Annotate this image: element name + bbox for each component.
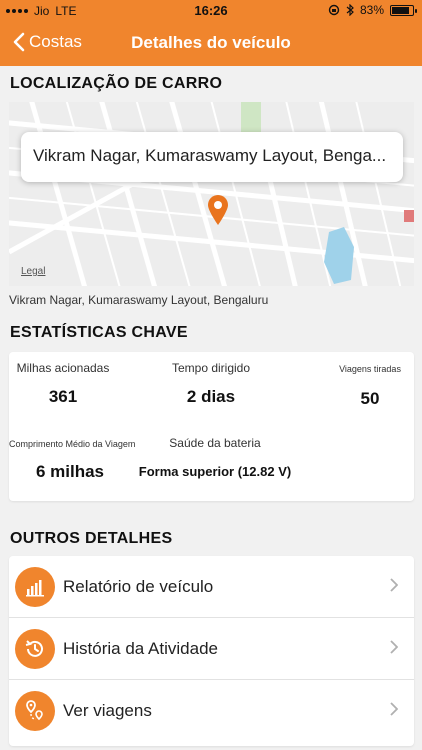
activity-history-row[interactable]: História da Atividade (9, 618, 414, 679)
bluetooth-icon (346, 4, 354, 16)
car-location-map[interactable]: Vikram Nagar, Kumaraswamy Layout, Benga.… (9, 102, 414, 286)
row-label: Ver viagens (63, 700, 152, 720)
status-bar: Jio LTE 16:26 83% (0, 0, 422, 22)
stats-card: Milhas acionadas 361 Tempo dirigido 2 di… (9, 352, 414, 501)
stat-battery-health: Saúde da bateria Forma superior (12.82 V… (133, 436, 297, 479)
stat-value: Forma superior (12.82 V) (138, 464, 292, 479)
stat-label: Saúde da bateria (169, 436, 261, 450)
status-right: 83% (328, 3, 417, 17)
vehicle-report-row[interactable]: Relatório de veículo (9, 556, 414, 617)
stat-value: 50 (360, 389, 380, 408)
nav-bar: Costas Detalhes do veículo (0, 22, 422, 66)
stat-value: 2 dias (186, 387, 236, 406)
route-pins-icon (15, 690, 55, 731)
view-trips-row[interactable]: Ver viagens (9, 680, 414, 741)
history-clock-icon (15, 628, 55, 669)
map-callout[interactable]: Vikram Nagar, Kumaraswamy Layout, Benga.… (21, 132, 403, 182)
location-section-title: LOCALIZAÇÃO DE CARRO (10, 75, 223, 92)
stats-section-title: ESTATÍSTICAS CHAVE (10, 324, 188, 341)
stat-miles: Milhas acionadas 361 (11, 361, 115, 407)
bar-chart-icon (15, 566, 55, 607)
chevron-right-icon (389, 576, 399, 597)
chevron-left-icon (13, 32, 25, 52)
details-section-title: OUTROS DETALHES (10, 530, 173, 547)
details-card: Relatório de veículo História da Ativida… (9, 556, 414, 746)
stat-label: Milhas acionadas (16, 361, 110, 375)
back-label: Costas (29, 32, 82, 51)
stat-label: Viagens tiradas (339, 364, 401, 374)
stat-label: Tempo dirigido (171, 361, 251, 375)
chevron-right-icon (389, 700, 399, 721)
back-button[interactable]: Costas (12, 32, 82, 52)
stat-trips: Viagens tiradas 50 (327, 361, 413, 409)
map-pin-icon[interactable] (207, 194, 229, 226)
battery-icon (390, 4, 417, 16)
map-legal-link[interactable]: Legal (21, 266, 45, 277)
row-label: Relatório de veículo (63, 576, 214, 596)
stat-time-driven: Tempo dirigido 2 dias (159, 361, 263, 407)
stat-avg-trip-length: Comprimento Médio da Viagem 6 milhas (9, 439, 136, 482)
row-label: História da Atividade (63, 638, 218, 658)
stat-value: 6 milhas (35, 462, 105, 481)
stat-value: 361 (48, 387, 78, 406)
battery-percent: 83% (359, 3, 384, 17)
orientation-lock-icon (328, 4, 340, 16)
battery-fill (392, 6, 409, 14)
chevron-right-icon (389, 638, 399, 659)
car-address: Vikram Nagar, Kumaraswamy Layout, Bengal… (9, 293, 269, 307)
stat-label: Comprimento Médio da Viagem (9, 439, 136, 449)
